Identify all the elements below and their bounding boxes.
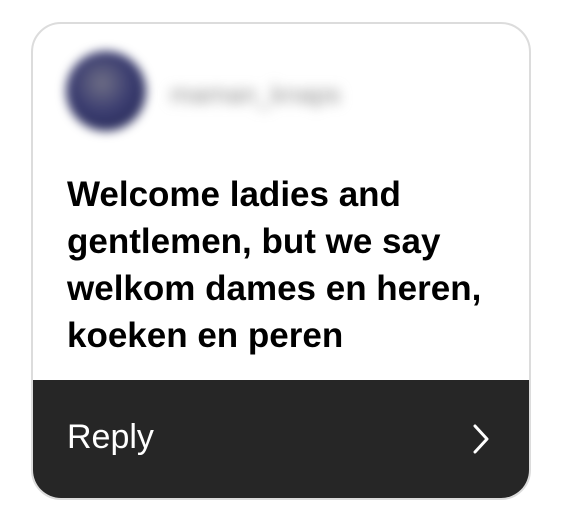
message-card: maman_knaps Welcome ladies and gentlemen… bbox=[31, 22, 531, 500]
reply-button[interactable]: Reply bbox=[33, 380, 529, 498]
message-header: maman_knaps bbox=[33, 24, 529, 164]
reply-label: Reply bbox=[67, 418, 154, 456]
sender-username: maman_knaps bbox=[170, 79, 341, 109]
avatar bbox=[66, 51, 146, 131]
chevron-right-icon bbox=[473, 424, 489, 454]
message-text: Welcome ladies and gentlemen, but we say… bbox=[67, 175, 482, 355]
